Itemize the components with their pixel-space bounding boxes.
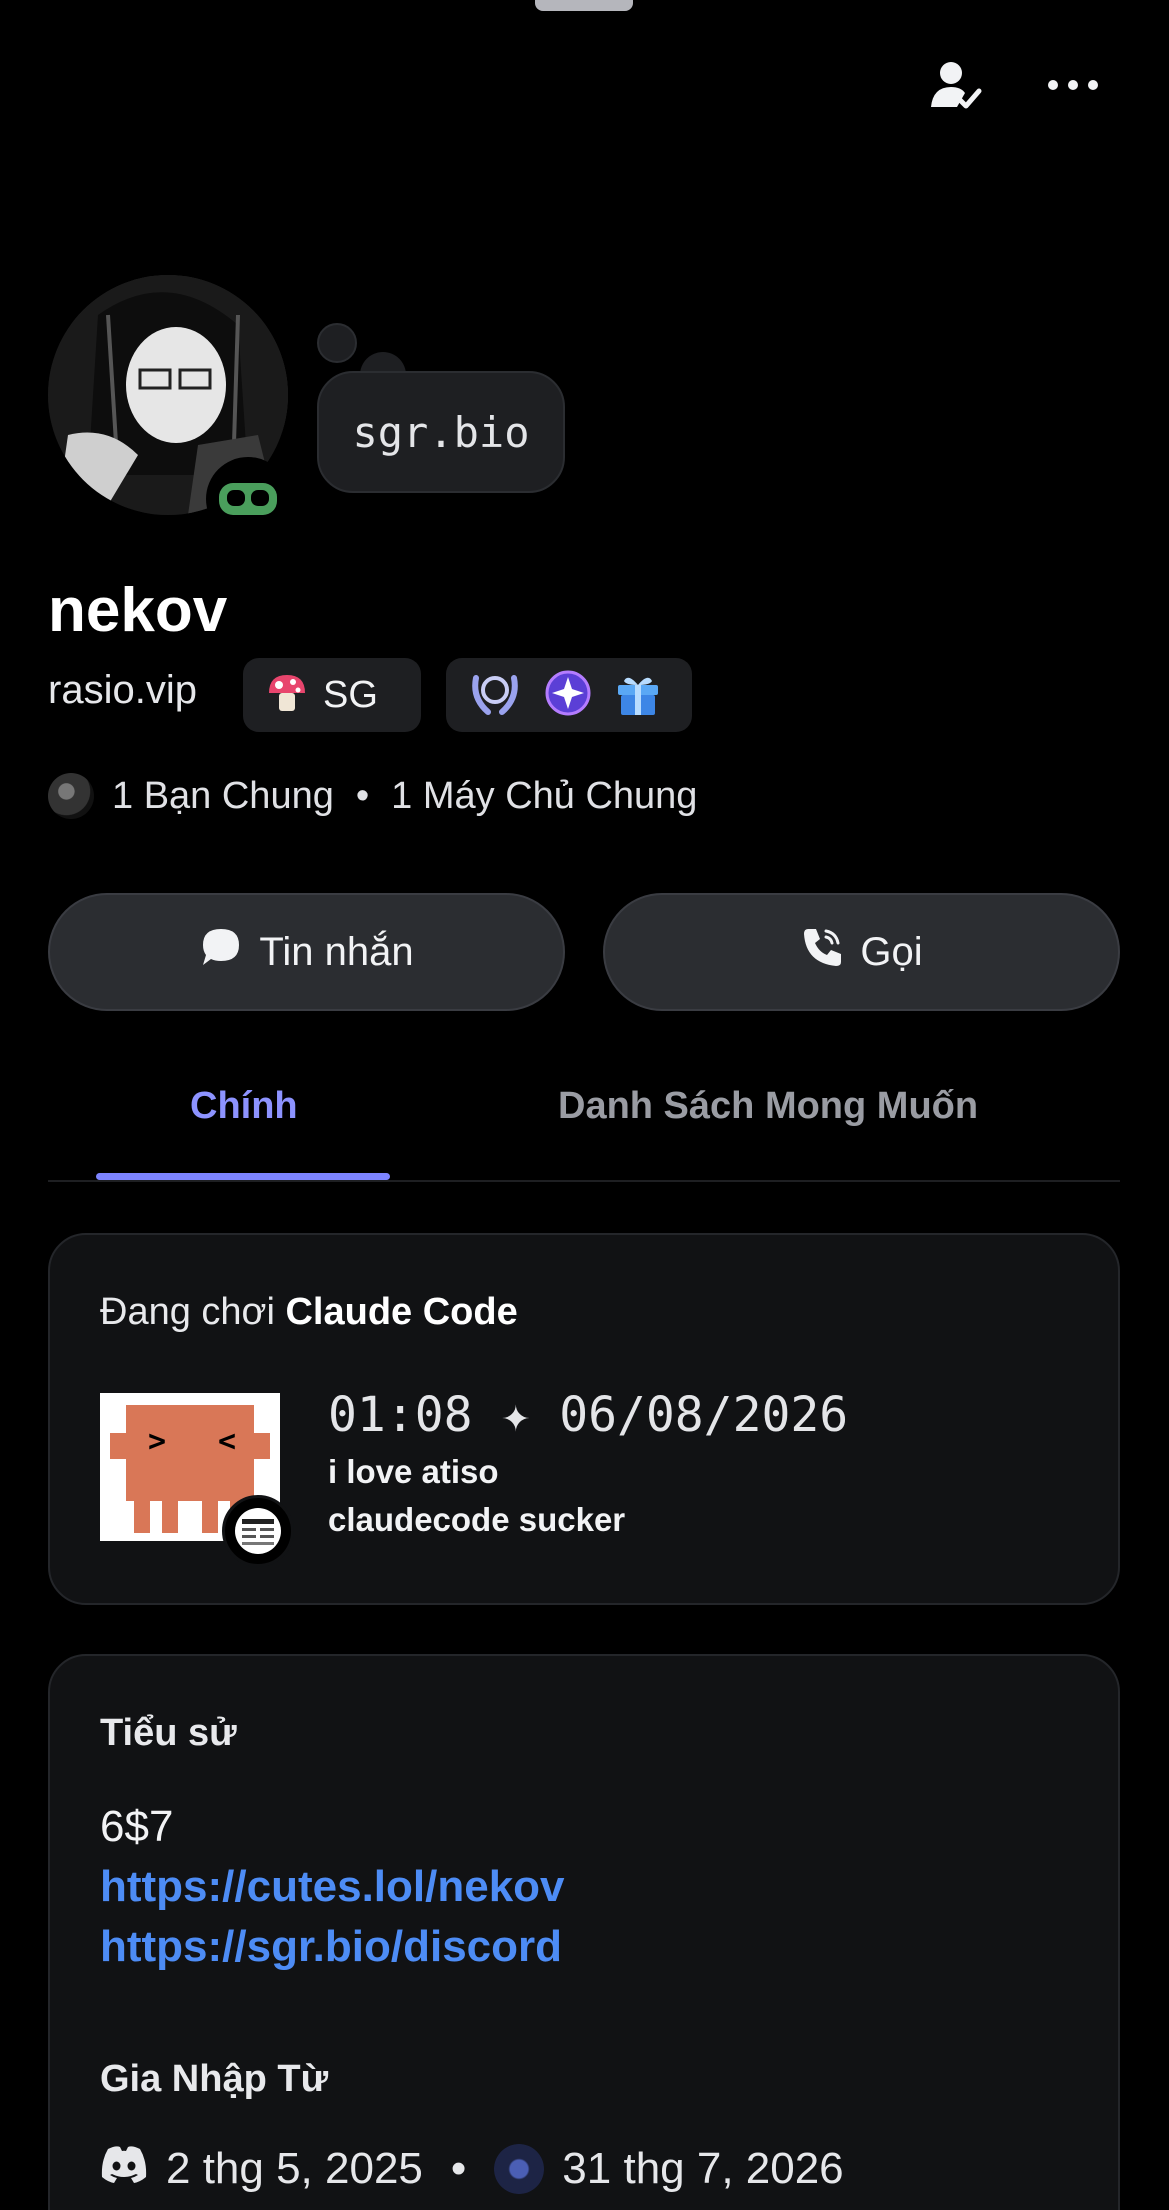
display-name: nekov — [48, 576, 228, 645]
svg-text:>: > — [148, 1424, 166, 1459]
status-bubble[interactable]: sgr.bio — [317, 371, 565, 493]
username: rasio.vip — [48, 668, 197, 712]
discord-join-date: 2 thg 5, 2025 — [166, 2144, 423, 2193]
bubble-dot — [317, 323, 357, 363]
message-label: Tin nhắn — [259, 929, 414, 974]
quest-badge-icon[interactable] — [544, 669, 592, 721]
joined-heading: Gia Nhập Từ — [100, 2058, 329, 2100]
gift-badge-icon[interactable] — [614, 669, 662, 721]
activity-card[interactable]: Đang chơi Claude Code > < 01:08 ✦ 06/08/… — [48, 1233, 1120, 1605]
mutual-info[interactable]: 1 Bạn Chung • 1 Máy Chủ Chung — [48, 770, 697, 822]
laurel-badge-icon[interactable] — [468, 668, 522, 722]
active-tab-indicator — [96, 1173, 390, 1180]
activity-details: i love atiso — [328, 1453, 499, 1490]
bio-link[interactable]: https://sgr.bio/discord — [100, 1922, 562, 1972]
more-horizontal-icon[interactable] — [1038, 50, 1108, 120]
separator: • — [355, 774, 370, 817]
user-check-icon[interactable] — [920, 50, 990, 120]
server-tag[interactable]: SG — [243, 658, 421, 732]
server-icon — [494, 2144, 545, 2194]
vr-status-icon — [206, 457, 290, 541]
tab-wishlist[interactable]: Danh Sách Mong Muốn — [558, 1085, 978, 1128]
activity-timestamp: 01:08 ✦ 06/08/2026 — [328, 1387, 849, 1443]
badge-list — [446, 658, 692, 732]
bio-heading: Tiểu sử — [100, 1712, 237, 1754]
avatar-container[interactable] — [48, 275, 290, 541]
phone-icon — [800, 925, 844, 979]
call-label: Gọi — [860, 929, 923, 974]
tab-main[interactable]: Chính — [190, 1085, 298, 1128]
about-card: Tiểu sử 6$7 https://cutes.lol/nekov http… — [48, 1654, 1120, 2210]
tab-divider — [48, 1180, 1120, 1182]
activity-title: Đang chơi Claude Code — [100, 1291, 518, 1334]
discord-icon — [100, 2144, 148, 2194]
activity-prefix: Đang chơi — [100, 1291, 286, 1333]
mushroom-icon — [265, 671, 309, 719]
bio-link[interactable]: https://cutes.lol/nekov — [100, 1862, 565, 1912]
mutual-friend-avatar — [48, 773, 94, 819]
call-button[interactable]: Gọi — [603, 893, 1120, 1011]
mutual-servers[interactable]: 1 Máy Chủ Chung — [391, 775, 697, 818]
server-tag-label: SG — [323, 673, 378, 716]
mutual-friends[interactable]: 1 Bạn Chung — [112, 775, 334, 818]
separator: • — [450, 2144, 467, 2193]
server-join-date: 31 thg 7, 2026 — [562, 2144, 844, 2193]
activity-state: claudecode sucker — [328, 1501, 626, 1538]
svg-text:<: < — [218, 1424, 236, 1459]
activity-game: Claude Code — [285, 1291, 518, 1333]
drag-handle[interactable] — [535, 0, 633, 11]
joined-dates: 2 thg 5, 2025 • 31 thg 7, 2026 — [100, 2144, 844, 2194]
message-button[interactable]: Tin nhắn — [48, 893, 565, 1011]
activity-small-icon — [222, 1495, 294, 1567]
chat-bubble-icon — [199, 925, 243, 979]
bio-text: 6$7 — [100, 1802, 174, 1851]
profile-sheet: sgr.bio nekov rasio.vip SG 1 Bạn Chung •… — [0, 0, 1169, 2210]
